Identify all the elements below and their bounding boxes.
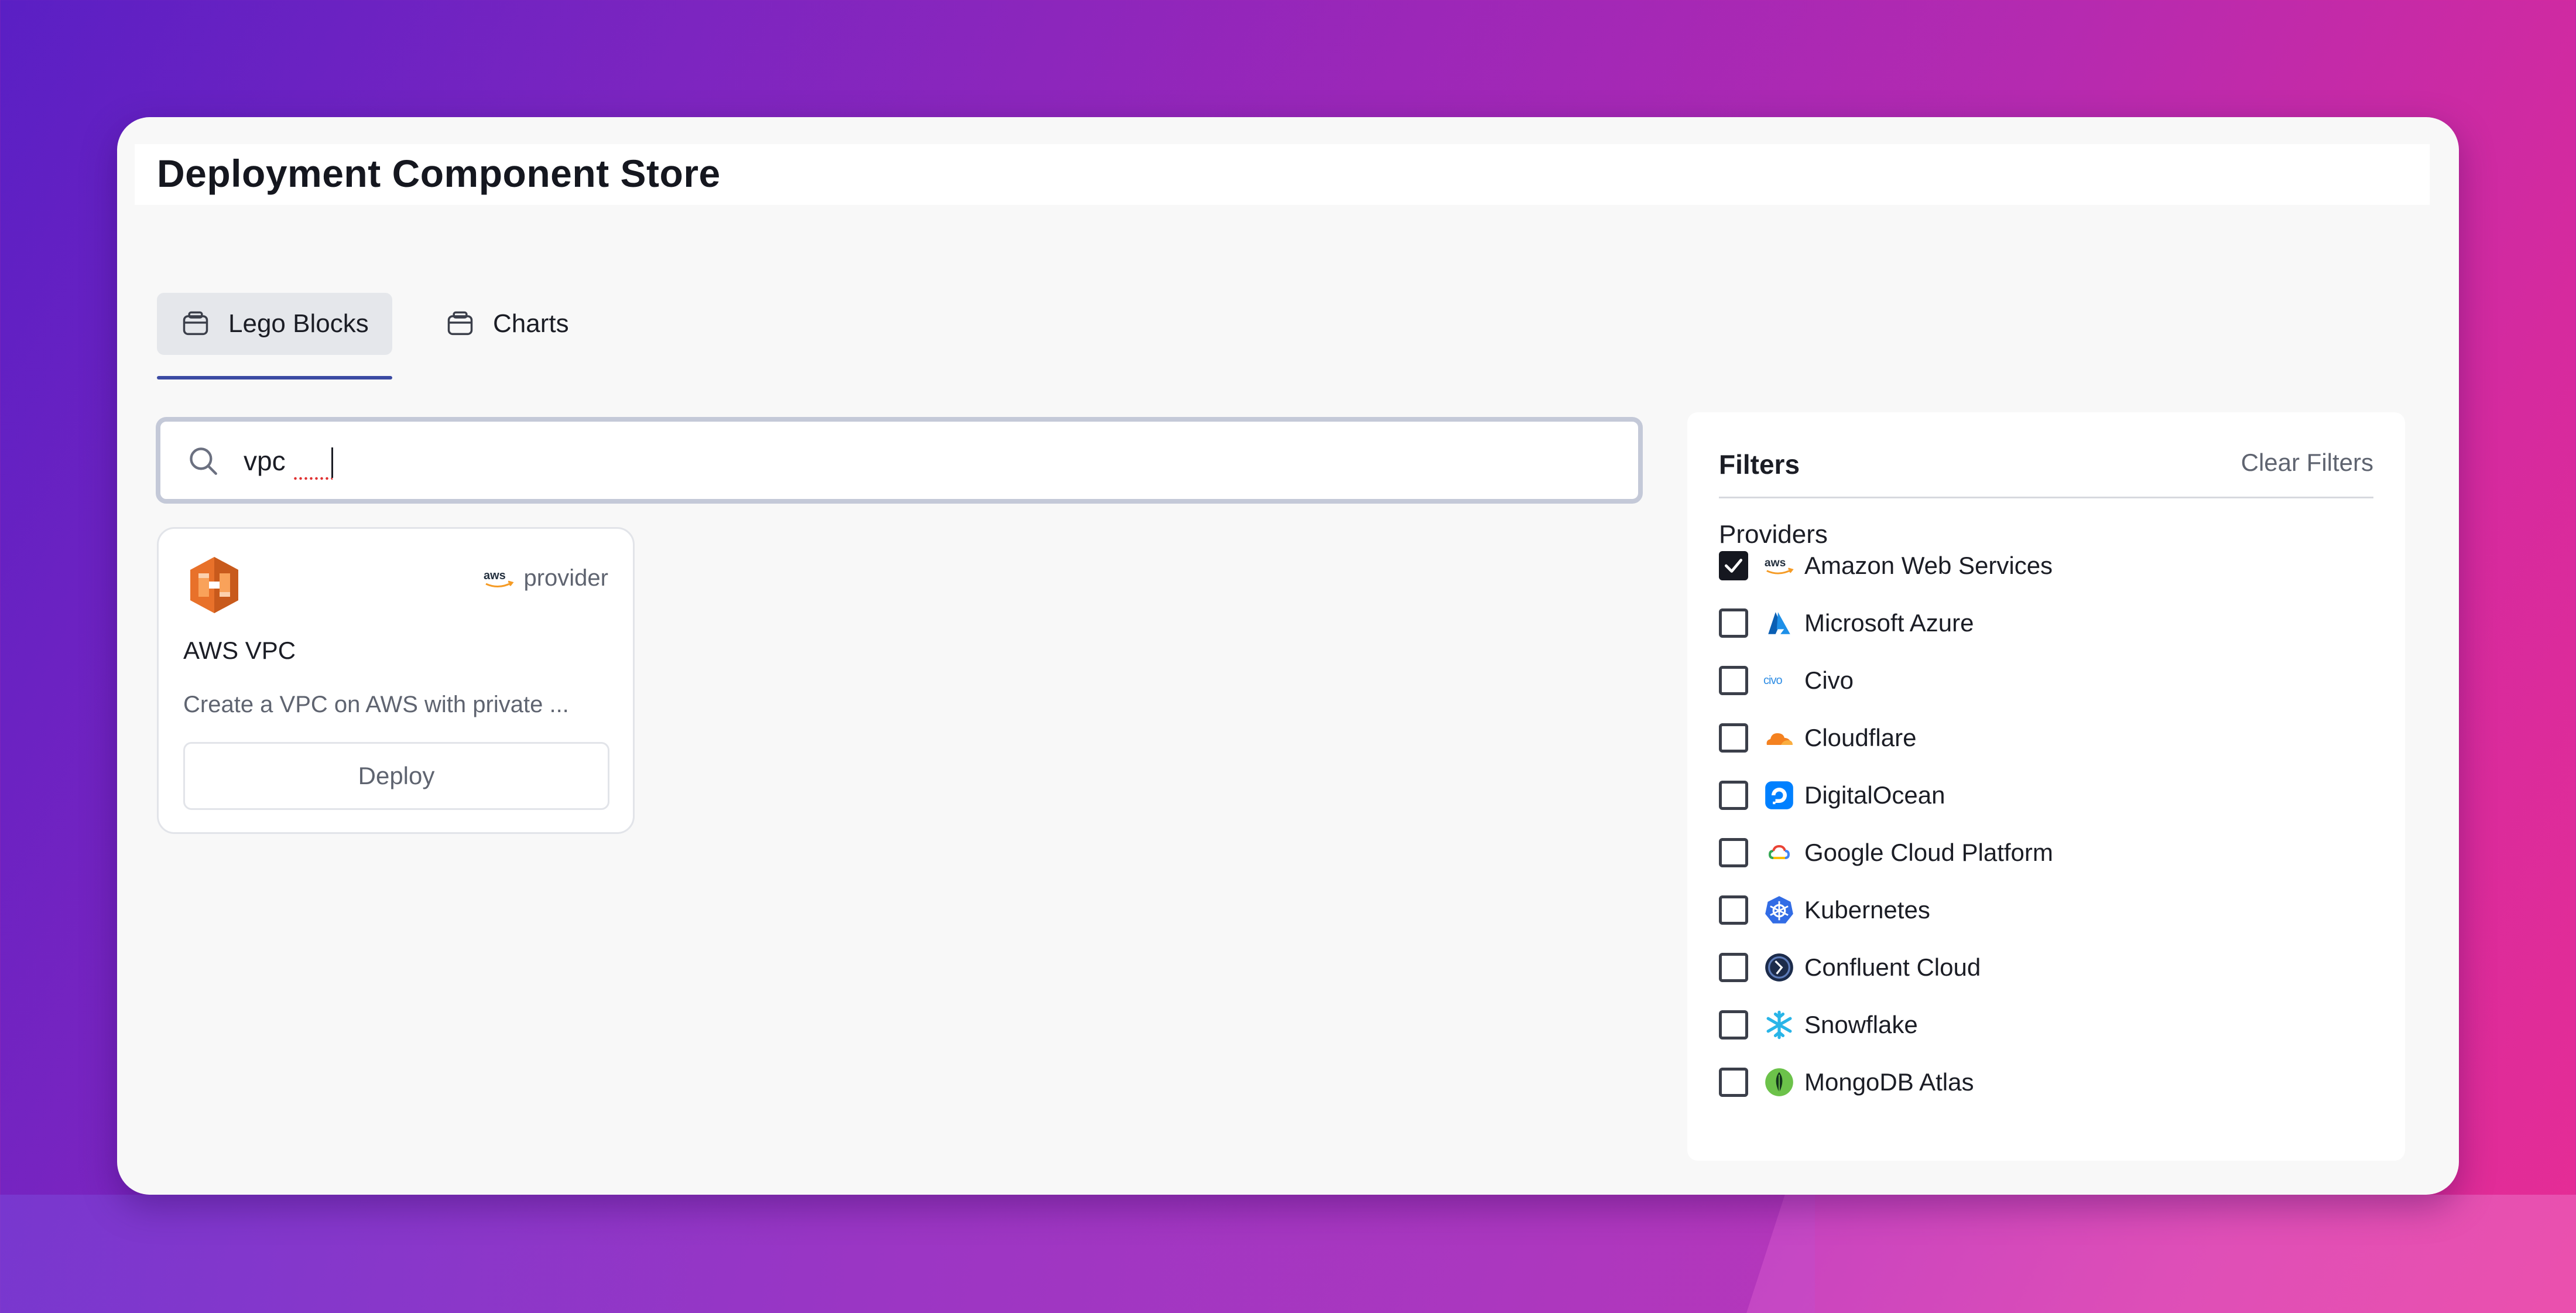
provider-name: Kubernetes xyxy=(1804,896,1930,924)
tab-lego-blocks[interactable]: Lego Blocks xyxy=(157,293,392,355)
filters-title: Filters xyxy=(1719,449,1800,480)
confluent-icon xyxy=(1763,952,1795,983)
app-window: Deployment Component Store Lego Blocks C… xyxy=(117,117,2459,1195)
provider-name: Cloudflare xyxy=(1804,724,1917,751)
checkbox[interactable] xyxy=(1719,895,1748,925)
provider-filter-mongodb[interactable]: MongoDB Atlas xyxy=(1719,1059,1974,1106)
provider-filter-aws[interactable]: aws Amazon Web Services xyxy=(1719,542,2053,589)
search-input[interactable] xyxy=(242,436,1591,486)
checkbox[interactable] xyxy=(1719,781,1748,810)
mongodb-icon xyxy=(1763,1066,1795,1098)
text-caret xyxy=(331,447,333,478)
checkbox[interactable] xyxy=(1719,953,1748,982)
snowflake-icon xyxy=(1763,1009,1795,1041)
component-card[interactable]: aws provider AWS VPC Create a VPC on AWS… xyxy=(157,527,635,834)
search-box[interactable] xyxy=(156,417,1643,504)
tab-charts[interactable]: Charts xyxy=(422,293,574,355)
gcp-icon xyxy=(1763,837,1795,869)
provider-filter-azure[interactable]: Microsoft Azure xyxy=(1719,600,1974,647)
block-icon xyxy=(445,309,475,339)
civo-icon: civo xyxy=(1763,665,1795,696)
svg-text:aws: aws xyxy=(484,569,506,582)
provider-name: Snowflake xyxy=(1804,1011,1918,1038)
provider-filter-cloudflare[interactable]: Cloudflare xyxy=(1719,714,1916,761)
aws-icon: aws xyxy=(482,567,515,590)
filters-panel: Filters Clear Filters Providers aws Amaz… xyxy=(1687,412,2405,1161)
provider-filter-confluent[interactable]: Confluent Cloud xyxy=(1719,944,1981,991)
block-icon xyxy=(180,309,211,339)
checkbox[interactable] xyxy=(1719,1010,1748,1040)
provider-name: MongoDB Atlas xyxy=(1804,1068,1974,1096)
active-tab-indicator xyxy=(157,376,392,379)
provider-tag: aws provider xyxy=(482,565,608,591)
provider-name: Civo xyxy=(1804,666,1854,694)
card-title: AWS VPC xyxy=(183,637,296,664)
svg-text:civo: civo xyxy=(1763,674,1782,687)
azure-icon xyxy=(1763,607,1795,639)
checkbox[interactable] xyxy=(1719,1068,1748,1097)
card-description: Create a VPC on AWS with private ... xyxy=(183,692,569,717)
provider-filter-kubernetes[interactable]: Kubernetes xyxy=(1719,887,1930,934)
aws-vpc-logo-icon xyxy=(188,556,241,614)
checkbox[interactable] xyxy=(1719,723,1748,753)
checkbox[interactable] xyxy=(1719,838,1748,867)
provider-name: Google Cloud Platform xyxy=(1804,839,2053,866)
provider-name: Amazon Web Services xyxy=(1804,552,2053,579)
svg-text:aws: aws xyxy=(1765,557,1786,569)
search-icon xyxy=(186,444,220,478)
page-title: Deployment Component Store xyxy=(157,152,721,195)
background-band xyxy=(0,1195,1815,1313)
checkbox[interactable] xyxy=(1719,666,1748,695)
checkbox-checked[interactable] xyxy=(1719,551,1748,580)
tab-label: Charts xyxy=(493,309,569,338)
divider xyxy=(1719,497,2373,498)
tab-label: Lego Blocks xyxy=(228,309,369,338)
provider-name: Microsoft Azure xyxy=(1804,609,1974,637)
spellcheck-underline xyxy=(293,477,333,480)
provider-label: provider xyxy=(523,565,608,591)
provider-name: Confluent Cloud xyxy=(1804,953,1981,981)
provider-name: DigitalOcean xyxy=(1804,781,1945,809)
provider-filter-digitalocean[interactable]: DigitalOcean xyxy=(1719,772,1945,819)
deploy-button[interactable]: Deploy xyxy=(183,742,609,810)
cloudflare-icon xyxy=(1763,722,1795,754)
background-shape xyxy=(1728,1195,2576,1313)
provider-filter-civo[interactable]: civo Civo xyxy=(1719,657,1854,704)
provider-filter-gcp[interactable]: Google Cloud Platform xyxy=(1719,829,2053,876)
clear-filters-button[interactable]: Clear Filters xyxy=(2241,449,2373,477)
checkbox[interactable] xyxy=(1719,608,1748,638)
provider-filter-snowflake[interactable]: Snowflake xyxy=(1719,1001,1918,1048)
digitalocean-icon xyxy=(1763,779,1795,811)
aws-icon: aws xyxy=(1763,550,1795,582)
kubernetes-icon xyxy=(1763,894,1795,926)
